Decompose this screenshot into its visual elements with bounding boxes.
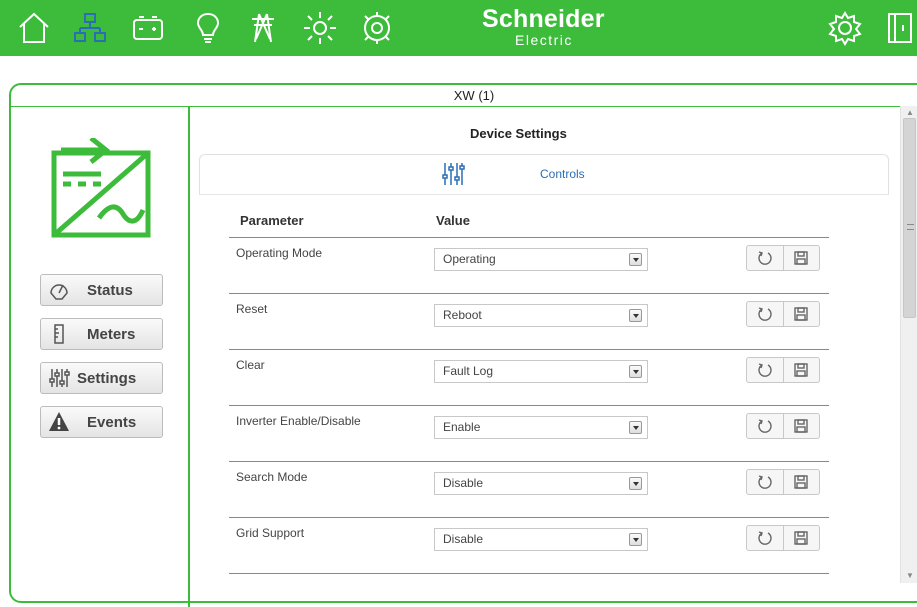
sidebar-item-label: Meters <box>87 325 136 343</box>
table-row: Inverter Enable/Disable Enable <box>229 406 829 462</box>
save-icon[interactable] <box>782 302 820 326</box>
table-row: Clear Fault Log <box>229 350 829 406</box>
device-title: XW (1) <box>11 85 917 107</box>
top-navigation-bar: Schneider Electric <box>0 0 917 56</box>
sidebar-item-label: Status <box>87 281 133 299</box>
dropdown-arrow-icon[interactable] <box>629 477 642 490</box>
save-icon[interactable] <box>782 414 820 438</box>
value-select[interactable]: Disable <box>434 528 648 551</box>
sidebar-item-label: Settings <box>77 369 137 387</box>
grip-icon <box>907 224 914 230</box>
column-header-parameter: Parameter <box>240 213 304 228</box>
dropdown-arrow-icon[interactable] <box>629 253 642 266</box>
selected-value: Operating <box>443 252 496 266</box>
parameter-name: Grid Support <box>236 526 305 540</box>
parameter-name: Operating Mode <box>236 246 323 260</box>
meter-icon <box>41 323 77 345</box>
panel-divider <box>188 107 190 607</box>
column-header-value: Value <box>436 213 470 228</box>
scroll-up-arrow-icon[interactable]: ▲ <box>906 108 914 117</box>
value-select[interactable]: Disable <box>434 472 648 495</box>
table-row: Operating Mode Operating <box>229 238 829 294</box>
value-select[interactable]: Operating <box>434 248 648 271</box>
dropdown-arrow-icon[interactable] <box>629 421 642 434</box>
battery-icon[interactable] <box>128 8 168 48</box>
gear-icon[interactable] <box>825 8 865 48</box>
dropdown-arrow-icon[interactable] <box>629 309 642 322</box>
parameter-name: Inverter Enable/Disable <box>236 414 361 428</box>
home-icon[interactable] <box>14 8 54 48</box>
table-row: Grid Support Disable <box>229 518 829 574</box>
lightbulb-icon[interactable] <box>188 8 228 48</box>
table-row: Search Mode Disable <box>229 462 829 518</box>
page-title: Device Settings <box>470 126 567 141</box>
row-actions <box>746 301 820 327</box>
sidebar-item-meters[interactable]: Meters <box>40 318 163 350</box>
row-actions <box>746 357 820 383</box>
row-actions <box>746 245 820 271</box>
sidebar-item-events[interactable]: Events <box>40 406 163 438</box>
selected-value: Disable <box>443 532 484 546</box>
parameter-name: Search Mode <box>236 470 308 484</box>
table-row: Reset Reboot <box>229 294 829 350</box>
vertical-scrollbar[interactable]: ▲ ▼ <box>900 106 917 583</box>
sidebar-item-label: Events <box>87 413 137 431</box>
logout-icon[interactable] <box>880 8 917 48</box>
network-icon[interactable] <box>70 8 110 48</box>
schneider-logo: Schneider Electric <box>482 6 605 48</box>
parameter-name: Clear <box>236 358 265 372</box>
selected-value: Fault Log <box>443 364 494 378</box>
save-icon[interactable] <box>782 526 820 550</box>
scroll-thumb[interactable] <box>903 118 916 318</box>
selected-value: Enable <box>443 420 481 434</box>
value-select[interactable]: Fault Log <box>434 360 648 383</box>
sidebar-item-settings[interactable]: Settings <box>40 362 163 394</box>
save-icon[interactable] <box>782 470 820 494</box>
save-icon[interactable] <box>782 246 820 270</box>
sun-icon[interactable] <box>300 8 340 48</box>
refresh-icon[interactable] <box>747 526 783 550</box>
refresh-icon[interactable] <box>747 358 783 382</box>
tower-icon[interactable] <box>243 8 283 48</box>
dropdown-arrow-icon[interactable] <box>629 365 642 378</box>
refresh-icon[interactable] <box>747 246 783 270</box>
brand-line1: Schneider <box>482 5 605 33</box>
value-select[interactable]: Reboot <box>434 304 648 327</box>
row-actions <box>746 413 820 439</box>
sliders-icon <box>41 367 77 389</box>
warning-icon <box>41 411 77 433</box>
value-select[interactable]: Enable <box>434 416 648 439</box>
tab-separator <box>199 194 889 195</box>
tab-controls[interactable]: Controls <box>540 167 585 181</box>
generator-icon[interactable] <box>357 8 397 48</box>
gauge-icon <box>41 279 77 301</box>
scroll-down-arrow-icon[interactable]: ▼ <box>906 571 914 580</box>
parameter-name: Reset <box>236 302 268 316</box>
refresh-icon[interactable] <box>747 302 783 326</box>
row-actions <box>746 469 820 495</box>
dropdown-arrow-icon[interactable] <box>629 533 642 546</box>
brand-line2: Electric <box>515 32 573 48</box>
sliders-icon[interactable] <box>441 161 465 192</box>
sidebar-item-status[interactable]: Status <box>40 274 163 306</box>
selected-value: Reboot <box>443 308 482 322</box>
refresh-icon[interactable] <box>747 414 783 438</box>
row-divider <box>229 573 829 574</box>
save-icon[interactable] <box>782 358 820 382</box>
row-actions <box>746 525 820 551</box>
refresh-icon[interactable] <box>747 470 783 494</box>
selected-value: Disable <box>443 476 484 490</box>
inverter-icon <box>51 136 151 238</box>
